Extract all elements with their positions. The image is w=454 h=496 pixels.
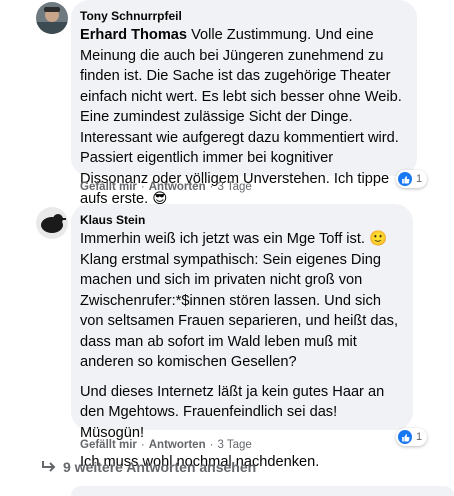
- comment-actions: Gefällt mir · Antworten · 3 Tage: [80, 181, 252, 193]
- avatar[interactable]: [36, 207, 68, 239]
- view-more-replies-button[interactable]: 9 weitere Antworten ansehen: [41, 459, 256, 475]
- like-icon: [398, 172, 412, 186]
- comment-bubble: Klaus Stein Immerhin weiß ich jetzt was …: [71, 204, 413, 470]
- comment-paragraph: Und dieses Internetz läßt ja kein gutes …: [80, 383, 385, 441]
- comment-actions: Gefällt mir · Antworten · 3 Tage: [80, 439, 252, 451]
- reply-button[interactable]: Antworten: [149, 181, 206, 193]
- like-button[interactable]: Gefällt mir: [80, 181, 137, 193]
- comment-author[interactable]: Klaus Stein: [80, 212, 401, 228]
- reply-arrow-icon: [42, 461, 56, 472]
- reaction-summary[interactable]: 1: [396, 170, 428, 188]
- comment-paragraph: Immerhin weiß ich jetzt was ein Mge Toff…: [80, 231, 398, 370]
- mention-link[interactable]: Erhard Thomas: [80, 27, 187, 43]
- comment-author[interactable]: Tony Schnurrpfeil: [80, 8, 405, 24]
- avatar[interactable]: [36, 2, 68, 34]
- separator-dot: ·: [140, 181, 145, 193]
- separator-dot: ·: [140, 439, 145, 451]
- comment-body: Volle Zustimmung. Und eine Meinung die a…: [80, 27, 402, 207]
- comment-time[interactable]: 3 Tage: [217, 181, 251, 193]
- comment-time[interactable]: 3 Tage: [217, 439, 251, 451]
- reaction-count: 1: [416, 431, 423, 443]
- reply-button[interactable]: Antworten: [149, 439, 206, 451]
- next-comment-bubble-partial: [71, 486, 454, 496]
- separator-dot: ·: [209, 439, 214, 451]
- like-icon: [398, 430, 412, 444]
- comment-bubble: Tony Schnurrpfeil Erhard Thomas Volle Zu…: [71, 0, 417, 207]
- reaction-count: 1: [416, 173, 423, 185]
- separator-dot: ·: [209, 181, 214, 193]
- view-more-replies-label: 9 weitere Antworten ansehen: [63, 459, 257, 475]
- reaction-summary[interactable]: 1: [396, 428, 428, 446]
- like-button[interactable]: Gefällt mir: [80, 439, 137, 451]
